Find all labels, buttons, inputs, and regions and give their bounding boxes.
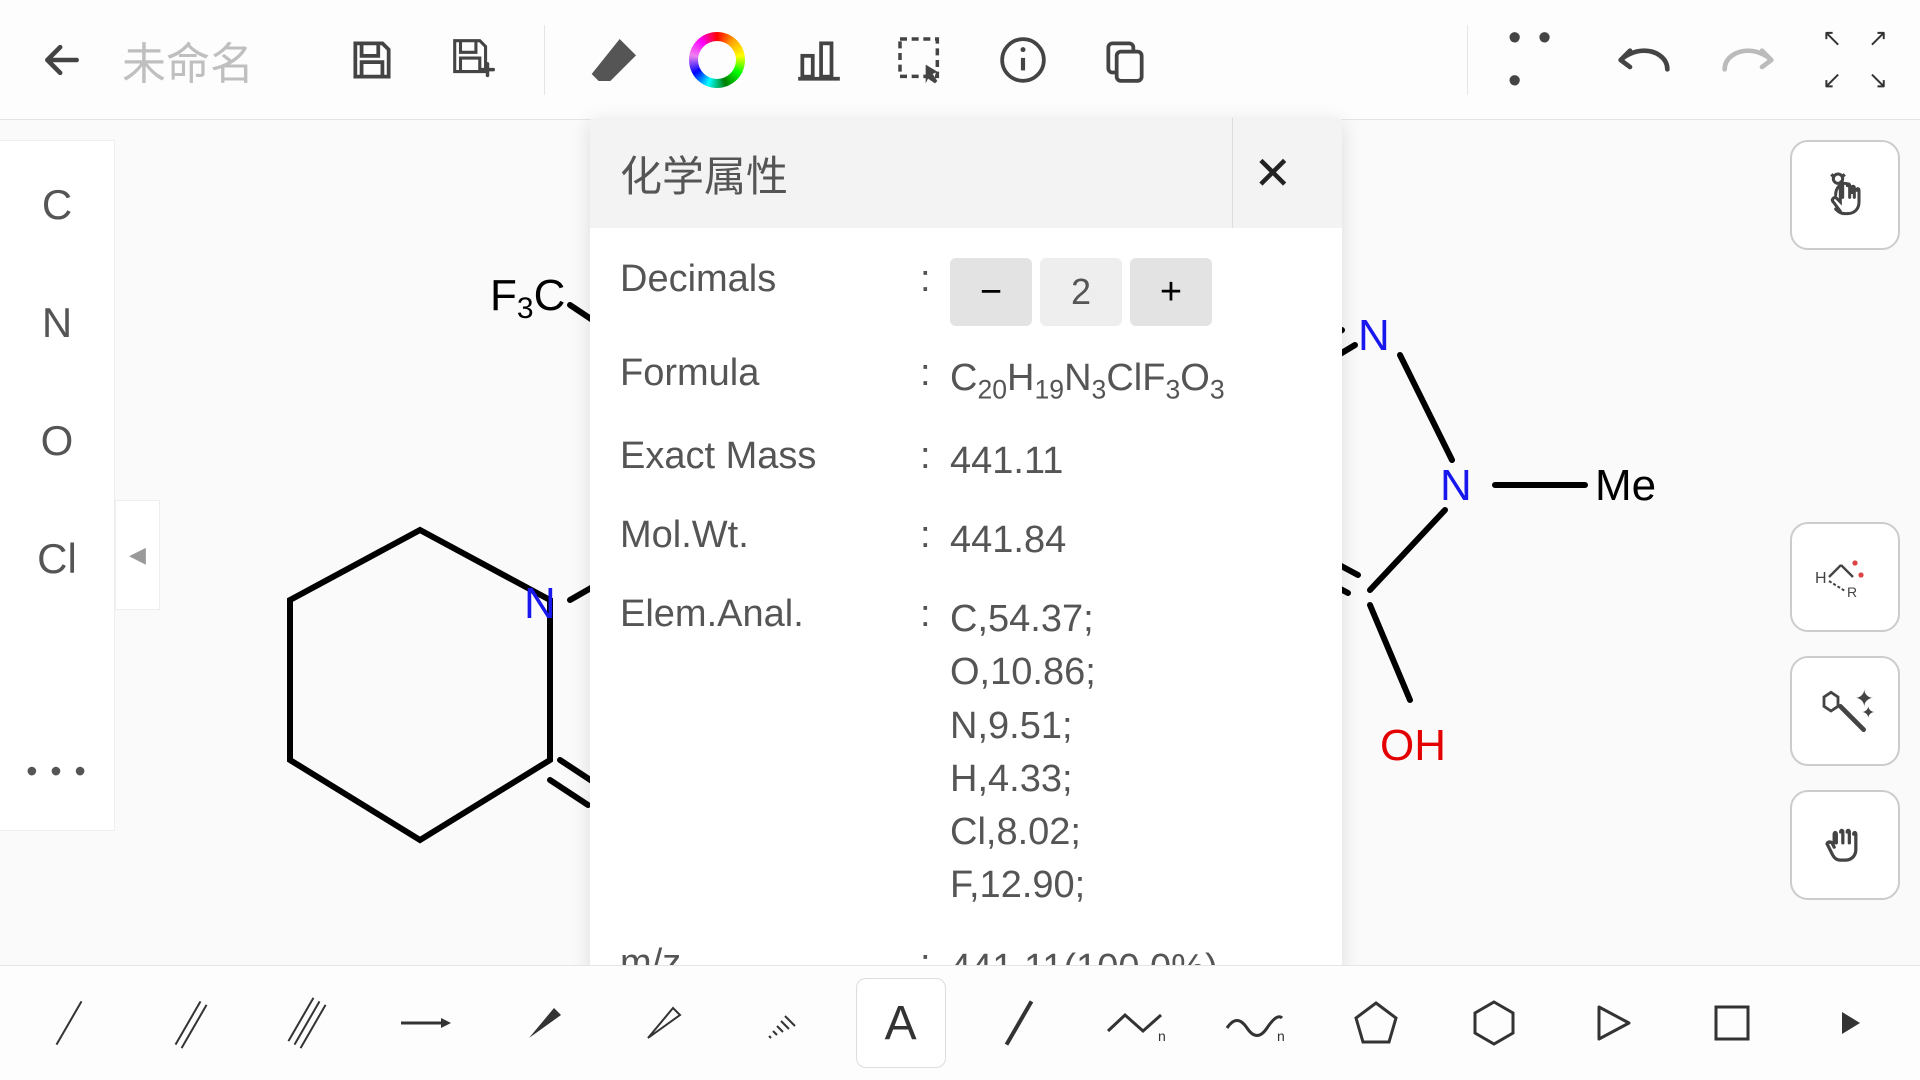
more-icon[interactable]: • • • [1508, 28, 1572, 92]
info-icon[interactable] [991, 28, 1055, 92]
molwt-value: 441.84 [950, 514, 1066, 567]
undo-icon[interactable] [1612, 28, 1676, 92]
exactmass-value: 441.11 [950, 435, 1063, 488]
arrow-tool[interactable] [381, 978, 471, 1068]
atom-n1: N [524, 579, 556, 628]
gesture-tool[interactable] [1790, 140, 1900, 250]
formula-label: Formula [620, 352, 920, 409]
fragment-f3c: F3C [490, 271, 565, 325]
bond-double-tool[interactable] [143, 978, 233, 1068]
element-cl[interactable]: Cl [37, 535, 77, 583]
bottom-toolbar: A n n [0, 965, 1920, 1080]
molwt-label: Mol.Wt. [620, 514, 920, 567]
element-sidebar: C N O Cl • • • [0, 140, 115, 831]
redo-icon[interactable] [1716, 28, 1780, 92]
element-c[interactable]: C [42, 181, 72, 229]
square-tool[interactable] [1687, 978, 1777, 1068]
chain-wavy-tool[interactable]: n [1212, 978, 1302, 1068]
svg-text:✦: ✦ [1861, 704, 1875, 722]
decimals-stepper: − 2 + [950, 258, 1212, 326]
bond-single-tool[interactable] [24, 978, 114, 1068]
svg-text:n: n [1158, 1028, 1166, 1044]
decimals-label: Decimals [620, 258, 920, 326]
wedge-solid-tool[interactable] [499, 978, 589, 1068]
close-icon[interactable]: ✕ [1232, 118, 1312, 228]
element-more[interactable]: • • • [26, 753, 87, 790]
group-me: Me [1595, 461, 1656, 510]
elemanal-label: Elem.Anal. [620, 593, 920, 912]
back-icon[interactable] [30, 28, 94, 92]
panel-title: 化学属性 [620, 143, 788, 204]
text-tool[interactable]: A [856, 978, 946, 1068]
bond-thick-tool[interactable] [974, 978, 1064, 1068]
elemanal-value: C,54.37;O,10.86;N,9.51;H,4.33;Cl,8.02;F,… [950, 593, 1096, 912]
properties-panel: 化学属性 ✕ Decimals : − 2 + Formula : C20H19… [590, 118, 1342, 978]
select-icon[interactable] [889, 28, 953, 92]
sidebar-collapse[interactable]: ◀ [115, 500, 160, 610]
formula-value: C20H19N3ClF3O3 [950, 352, 1225, 409]
wedge-hollow-tool[interactable] [618, 978, 708, 1068]
properties-icon[interactable] [787, 28, 851, 92]
eraser-icon[interactable] [583, 28, 647, 92]
fullscreen-icon[interactable]: ↖↗↙↘ [1820, 25, 1890, 95]
wedge-hash-tool[interactable] [737, 978, 827, 1068]
chain-tool[interactable]: n [1093, 978, 1183, 1068]
decimals-increase[interactable]: + [1130, 258, 1212, 326]
pentagon-tool[interactable] [1331, 978, 1421, 1068]
magic-tool[interactable]: ✦✦ [1790, 656, 1900, 766]
element-n[interactable]: N [42, 299, 72, 347]
svg-text:n: n [1277, 1028, 1285, 1044]
toolbar-separator [1467, 25, 1468, 95]
play-tool[interactable] [1568, 978, 1658, 1068]
document-title[interactable]: 未命名 [122, 28, 302, 92]
atom-n3: N [1440, 461, 1472, 510]
svg-text:H: H [1815, 570, 1827, 587]
group-oh: OH [1380, 721, 1446, 770]
color-picker-icon[interactable] [685, 28, 749, 92]
save-as-icon[interactable] [442, 28, 506, 92]
exactmass-label: Exact Mass [620, 435, 920, 488]
hexagon-tool[interactable] [1449, 978, 1539, 1068]
scroll-right-icon[interactable] [1806, 978, 1896, 1068]
decimals-decrease[interactable]: − [950, 258, 1032, 326]
top-toolbar: 未命名 • • • ↖↗↙↘ [0, 0, 1920, 120]
svg-text:R: R [1847, 584, 1857, 600]
pan-tool[interactable] [1790, 790, 1900, 900]
bond-triple-tool[interactable] [262, 978, 352, 1068]
decimals-value: 2 [1040, 258, 1122, 326]
atom-n2: N [1358, 311, 1390, 360]
toolbar-separator [544, 25, 545, 95]
copy-icon[interactable] [1093, 28, 1157, 92]
reaction-template-tool[interactable]: HR [1790, 522, 1900, 632]
element-o[interactable]: O [41, 417, 74, 465]
save-icon[interactable] [340, 28, 404, 92]
